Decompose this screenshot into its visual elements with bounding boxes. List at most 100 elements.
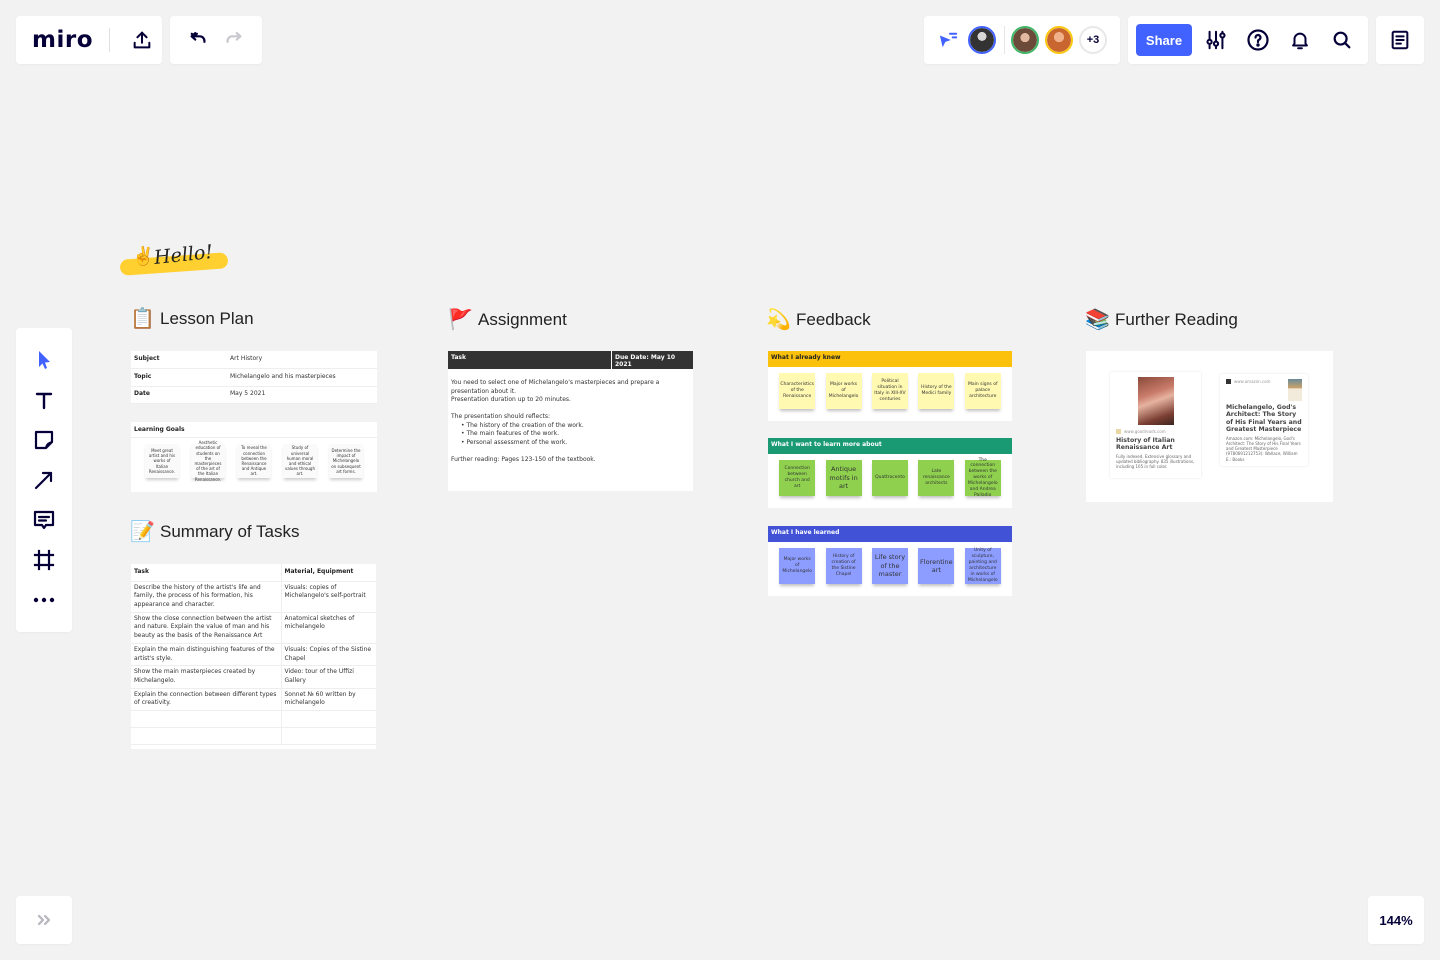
table-cell[interactable]: Video: tour of the Uffizi Gallery [281,665,376,689]
table-cell[interactable] [281,710,376,728]
feedback-group[interactable]: What I have learned Major works of Michel… [768,526,1012,596]
undo-button[interactable] [180,22,216,58]
feedback-group[interactable]: What I already knew Characteristics of th… [768,351,1012,421]
book-site: www.goodreads.com [1124,429,1166,434]
table-cell[interactable] [131,727,282,745]
feedback-group[interactable]: What I want to learn more about Connectio… [768,438,1012,508]
learning-goal-card[interactable]: To reveal the connection between the Ren… [237,444,271,478]
sticky-note[interactable]: History of creation of the Sistine Chape… [825,548,862,584]
sticky-note[interactable]: Major works of Michelangelo [779,548,816,584]
learning-goal-card[interactable]: Study of universal human moral and ethic… [283,444,317,478]
zoom-level[interactable]: 144% [1379,913,1412,928]
avatar-photo [970,28,994,52]
collaborator-avatar-1[interactable] [968,26,996,54]
further-reading-title: 📚 Further Reading [1085,307,1238,332]
lesson-plan-table[interactable]: Subject Art History Topic Michelangelo and … [131,351,377,404]
table-cell[interactable]: Visuals: Copies of the Sistine Chapel [281,643,376,667]
help-button[interactable] [1240,22,1276,58]
more-tools-button[interactable] [26,582,62,618]
expand-button[interactable] [26,902,62,938]
book-title[interactable]: Michelangelo, God's Architect: The Story… [1226,404,1302,434]
sticky-note[interactable]: Unity of sculpture, painting and archite… [964,548,1001,584]
divider [1004,26,1005,54]
sticky-note[interactable]: Political situation in Italy in XIII-XV … [871,373,908,409]
table-cell[interactable]: Describe the history of the artist's lif… [131,581,282,613]
row-value[interactable]: May 5 2021 [227,386,377,404]
table-cell[interactable]: Sonnet № 60 written by michelangelo [281,688,376,711]
assignment-bullet: The main features of the work. [461,430,690,439]
table-row: Explain the connection between different… [131,688,376,711]
table-cell[interactable]: Anatomical sketches of michelangelo [281,612,376,644]
table-cell[interactable] [281,727,376,745]
sticky-note[interactable]: Life story of the master [871,548,908,584]
more-dots-icon [33,597,55,603]
book-card-1[interactable]: www.goodreads.com History of Italian Ren… [1110,372,1201,478]
row-value[interactable]: Art History [227,351,377,369]
sticky-note[interactable]: Major works of Michelangelo [825,373,862,409]
search-button[interactable] [1324,22,1360,58]
share-button[interactable]: Share [1136,24,1192,56]
table-row: Describe the history of the artist's lif… [131,581,376,613]
table-row [131,727,376,745]
assignment-header: Task Due Date: May 10 2021 [448,351,693,369]
table-cell[interactable]: Show the main masterpieces created by Mi… [131,665,282,689]
feedback-group-header: What I want to learn more about [768,438,1012,454]
more-collaborators-badge[interactable]: +3 [1079,26,1107,54]
table-row: Show the main masterpieces created by Mi… [131,665,376,689]
settings-button[interactable] [1198,22,1234,58]
row-value[interactable]: Michelangelo and his masterpieces [227,368,377,387]
comment-tool[interactable] [26,502,62,538]
learning-goal-card[interactable]: Determine the impact of Michelangelo on … [329,444,363,478]
miro-logo[interactable]: miro [32,27,93,53]
collaborator-avatar-2[interactable] [1011,26,1039,54]
sticky-note[interactable]: History of the Medici family [918,373,955,409]
connection-line-tool[interactable] [26,462,62,498]
table-cell[interactable] [131,710,282,728]
sticky-notes-row: Major works of Michelangelo History of cr… [768,542,1012,596]
board-list-button[interactable] [1382,22,1418,58]
sticky-note[interactable]: The connection between the works of Mich… [964,458,1001,498]
table-cell[interactable]: Visuals: copies of Michelangelo's self-p… [281,581,376,613]
book-cover-image [1288,379,1302,401]
further-reading-card[interactable]: www.goodreads.com History of Italian Ren… [1086,351,1333,502]
text-icon [35,392,53,410]
board-tools-panel: Share [1128,16,1368,64]
book-title[interactable]: History of Italian Renaissance Art [1116,437,1195,452]
book-card-2[interactable]: www.amazon.com Michelangelo, God's Archi… [1220,374,1308,466]
undo-icon [190,32,206,43]
sticky-note[interactable]: Main signs of palace architecture [964,373,1001,409]
learning-goals-card[interactable]: Learning Goals Meet great artist and his… [131,422,377,492]
settings-sliders-icon [1206,30,1226,50]
collaborator-avatar-3[interactable] [1045,26,1073,54]
export-button[interactable] [124,22,160,58]
frame-tool[interactable] [26,542,62,578]
table-cell[interactable]: Explain the main distinguishing features… [131,643,282,667]
table-cell[interactable]: Explain the connection between different… [131,688,282,711]
sticky-note[interactable]: Florentine art [918,548,955,584]
assignment-paragraph: Presentation duration up to 20 minutes. [451,396,571,404]
select-tool[interactable] [26,342,62,378]
assignment-further-reading: Further reading: Pages 123-150 of the te… [451,455,596,463]
sticky-note[interactable]: Quattrocento [871,460,908,496]
summary-of-tasks-table[interactable]: Task Material, Equipment Describe the hist… [131,564,376,749]
sticky-note[interactable]: Characteristics of the Renaissance [779,373,816,409]
learning-goal-card[interactable]: Aesthetic education of students on the m… [191,440,225,482]
sticky-note[interactable]: Late renaissance architects [918,460,955,496]
hello-sticker[interactable]: ✌️ Hello! [118,241,230,276]
lesson-plan-row: Topic Michelangelo and his masterpieces [131,368,377,387]
notifications-button[interactable] [1282,22,1318,58]
sticky-note[interactable]: Antique motifs in art [825,460,862,496]
creation-toolbar [16,328,72,632]
sticky-note[interactable]: Connection between church and art [779,460,816,496]
table-cell[interactable]: Show the close connection between the ar… [131,612,282,644]
clipboard-icon: 📋 [130,308,155,330]
row-label: Date [131,386,227,404]
sticky-note-tool[interactable] [26,422,62,458]
book-description: Fully indexed. Extensive glossary and up… [1116,453,1195,470]
assignment-card[interactable]: Task Due Date: May 10 2021 You need to s… [448,351,693,491]
export-icon [133,31,151,49]
learning-goal-card[interactable]: Meet great artist and his works of Itali… [145,444,179,478]
redo-button[interactable] [216,22,252,58]
follow-cursor-button[interactable] [934,22,964,58]
text-tool[interactable] [26,382,62,418]
